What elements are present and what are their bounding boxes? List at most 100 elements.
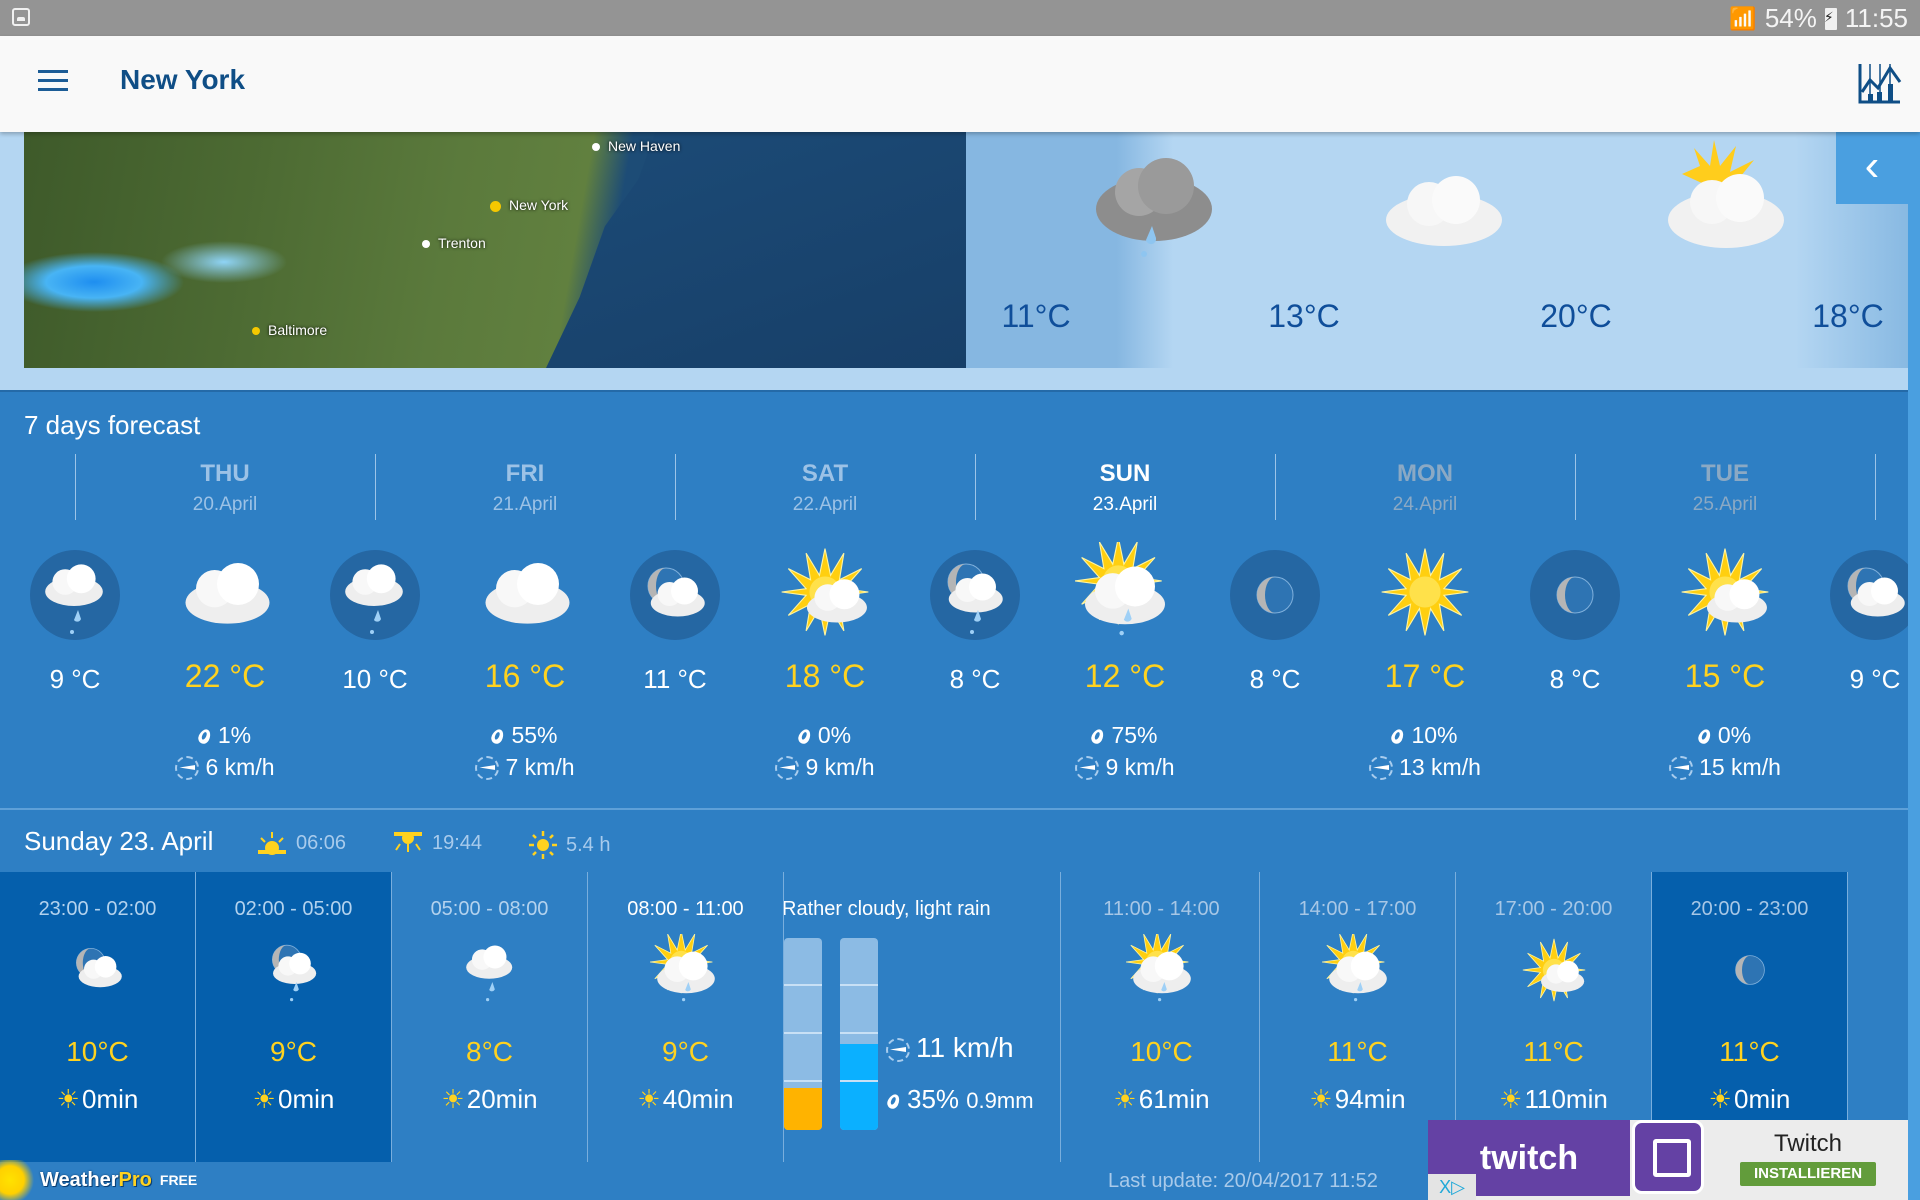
wind-speed: 7 km/h [425, 754, 625, 781]
seven-day-forecast: 7 days forecast THU 20.April 9 °C 22 °C 1% 6 … [0, 390, 1920, 810]
rain-chance-value: 10% [1411, 722, 1458, 748]
slot-time: 05:00 - 08:00 [430, 898, 549, 920]
day-temp: 16 °C [484, 658, 566, 694]
slot-temp: 10°C [66, 1036, 129, 1067]
radar-map[interactable]: New Haven New York Trenton Baltimore [24, 132, 966, 368]
sunshine-hours: 5.4 h [528, 830, 610, 860]
rain-chance-value: 75% [1111, 722, 1158, 748]
day-separator [75, 454, 76, 520]
moon-cloud-icon [1830, 550, 1920, 640]
wind-direction-icon [175, 756, 200, 780]
slot-time: 20:00 - 23:00 [1690, 898, 1809, 920]
sunset: 19:44 [392, 830, 482, 856]
time-slot[interactable]: 20:00 - 23:00 11°C ☀0min [1652, 872, 1848, 1162]
sunshine-bar [784, 938, 822, 1130]
wind-direction-icon [1369, 756, 1394, 780]
rain-chance: 1% [125, 722, 325, 749]
day-name: MON [1397, 460, 1453, 487]
slot-sunshine: ☀40min [588, 1084, 783, 1115]
rain-chance-value: 55% [511, 722, 558, 748]
cloud-rain-icon [30, 550, 120, 640]
map-city-baltimore: Baltimore [252, 322, 327, 338]
top-band: New Haven New York Trenton Baltimore 11°… [0, 132, 1908, 390]
day-separator [1575, 454, 1576, 520]
detail-title: Sunday 23. April [24, 826, 214, 856]
wind-speed: 6 km/h [125, 754, 325, 781]
day-temp: 17 °C [1384, 658, 1466, 694]
slot-temp: 8°C [466, 1036, 513, 1067]
wind-speed: 11 km/h [886, 1032, 1014, 1064]
time-slot[interactable]: 05:00 - 08:00 8°C ☀20min [392, 872, 588, 1162]
clock: 11:55 [1844, 3, 1908, 33]
night-temp: 9 °C [1849, 664, 1901, 694]
time-slot[interactable]: 11:00 - 14:00 10°C ☀61min [1064, 872, 1260, 1162]
sunshine-unit: min [1748, 1084, 1791, 1114]
day-header[interactable]: FRI 21.April [385, 460, 665, 516]
day-header[interactable]: THU 20.April [85, 460, 365, 516]
time-slot[interactable]: 23:00 - 02:00 10°C ☀0min [0, 872, 196, 1162]
hourly-strip[interactable]: 11°C 13°C 20°C 18°C ‹ [966, 132, 1908, 368]
wind-speed: 13 km/h [1325, 754, 1525, 781]
day-header[interactable]: TUE 25.April [1585, 460, 1865, 516]
slot-time: 17:00 - 20:00 [1494, 898, 1613, 920]
status-right: 📶 54% 11:55 [1729, 3, 1908, 34]
battery-percent: 54% [1764, 3, 1817, 33]
ad-banner[interactable]: twitch Twitch INSTALLIEREN [1428, 1120, 1908, 1200]
ad-app-name: Twitch [1773, 1130, 1842, 1157]
rain-bar [840, 938, 878, 1130]
day-name: THU [200, 460, 250, 487]
chart-icon[interactable] [1858, 62, 1902, 104]
sunshine-unit: min [495, 1084, 538, 1114]
day-separator [375, 454, 376, 520]
sunshine-minutes: 0 [277, 1084, 293, 1114]
day-date: 22.April [792, 494, 858, 515]
slot-time: 02:00 - 05:00 [234, 898, 353, 920]
time-slot[interactable]: 02:00 - 05:00 9°C ☀0min [196, 872, 392, 1162]
wind-direction-icon [1669, 756, 1694, 780]
precipitation: 35% 0.9mm [885, 1084, 1034, 1115]
sun-cloud-rain-icon [1125, 930, 1198, 1006]
map-sea [546, 132, 966, 368]
chevron-left-icon[interactable]: ‹ [1836, 132, 1908, 204]
sun-icon: ☀ [56, 1084, 80, 1114]
scrollbar[interactable] [1908, 132, 1920, 1200]
moon-cloud-icon [630, 550, 720, 640]
sun-icon [1375, 542, 1475, 642]
time-slot[interactable]: 14:00 - 17:00 11°C ☀94min [1260, 872, 1456, 1162]
raindrop-icon [885, 1092, 902, 1111]
install-button[interactable]: INSTALLIEREN [1740, 1162, 1876, 1186]
moon-cloud-icon [62, 934, 134, 1006]
day-header[interactable]: SAT 22.April [685, 460, 965, 516]
rain-cloud-icon [1094, 154, 1214, 264]
sun-icon: ☀ [1499, 1084, 1523, 1114]
sun-icon: ☀ [1309, 1084, 1333, 1114]
twitch-app-icon[interactable] [1632, 1120, 1704, 1194]
sunshine-unit: min [691, 1084, 734, 1114]
slot-sunshine: ☀20min [392, 1084, 587, 1115]
logo-sun-icon [0, 1160, 40, 1200]
sunshine-minutes: 40 [662, 1084, 692, 1114]
sun-cloud-rain-icon [1074, 537, 1175, 642]
wind-speed-value: 9 km/h [1105, 754, 1175, 780]
slot-sunshine: ☀110min [1456, 1084, 1651, 1115]
hamburger-menu-icon[interactable] [38, 70, 68, 94]
ad-choices-icon[interactable]: X▷ [1428, 1174, 1476, 1200]
sunshine-unit: min [96, 1084, 139, 1114]
wind-speed-value: 9 km/h [805, 754, 875, 780]
raindrop-icon [796, 727, 813, 746]
time-slot[interactable]: 08:00 - 11:00 9°C ☀40min [588, 872, 784, 1162]
time-slot[interactable]: 17:00 - 20:00 11°C ☀110min [1456, 872, 1652, 1162]
sun-icon: ☀ [1708, 1084, 1732, 1114]
slot-sunshine: ☀0min [1652, 1084, 1847, 1115]
sunshine-unit: min [292, 1084, 335, 1114]
sun-icon: ☀ [252, 1084, 276, 1114]
cloud-icon [475, 542, 575, 642]
wind-speed: 9 km/h [1025, 754, 1225, 781]
moon-icon [1230, 550, 1320, 640]
day-header[interactable]: SUN 23.April [985, 460, 1265, 516]
raindrop-icon [196, 727, 213, 746]
weatherpro-logo: WeatherPro FREE [0, 1160, 200, 1200]
slot-temp: 11°C [1523, 1036, 1584, 1067]
day-header[interactable]: MON 24.April [1285, 460, 1565, 516]
night-temp: 11 °C [643, 664, 707, 694]
